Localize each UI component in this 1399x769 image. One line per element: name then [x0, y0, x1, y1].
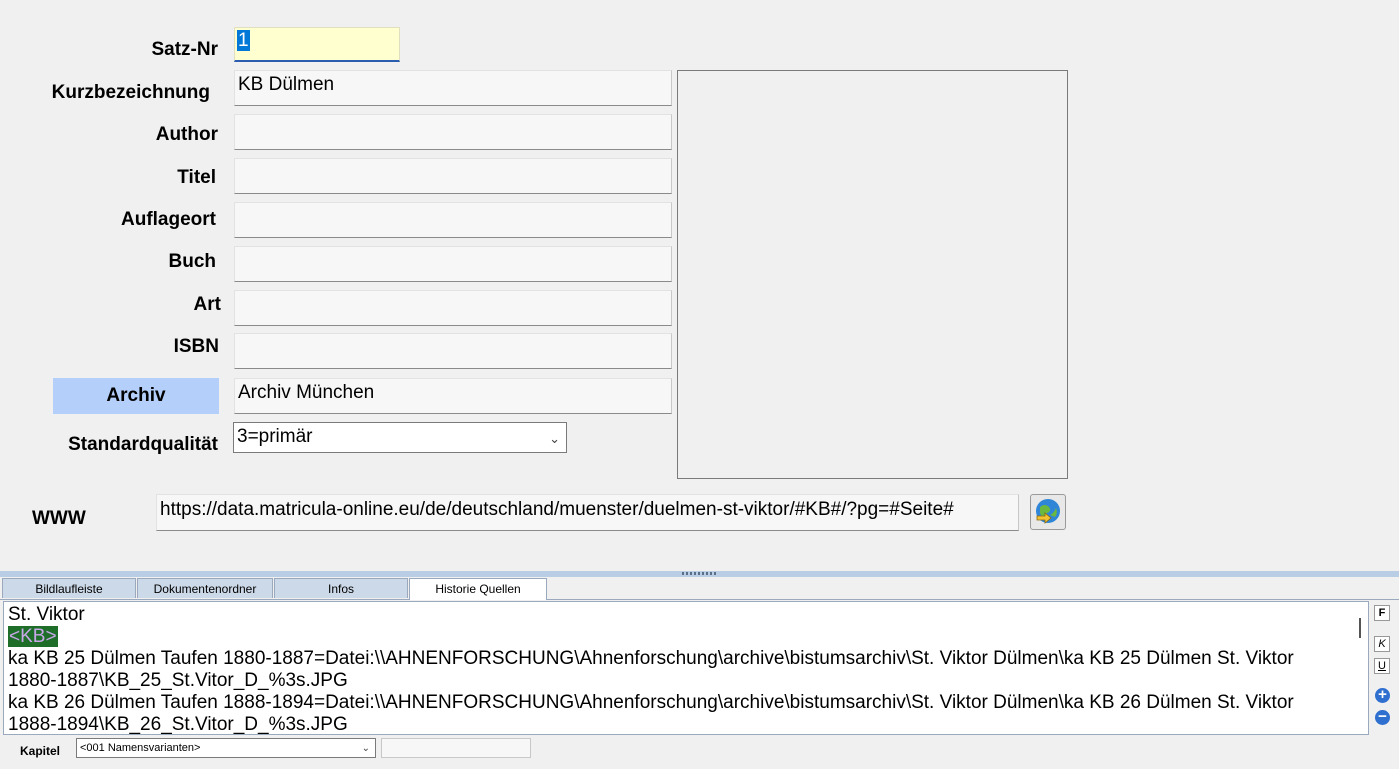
kapitel-value: <001 Namensvarianten> — [80, 742, 201, 754]
underline-button[interactable]: U — [1374, 658, 1390, 674]
kapitel-select[interactable]: <001 Namensvarianten> ⌄ — [76, 738, 376, 758]
standardqualitaet-select[interactable]: 3=primär ⌄ — [233, 422, 567, 453]
www-label: WWW — [32, 508, 86, 529]
buch-input[interactable] — [234, 246, 672, 282]
buch-label: Buch — [168, 251, 217, 272]
scrollbar-thumb[interactable] — [1359, 618, 1361, 638]
zoom-in-icon[interactable]: + — [1375, 687, 1390, 703]
kurzbezeichnung-label: Kurzbezeichnung — [51, 82, 210, 103]
art-input[interactable] — [234, 290, 672, 326]
chevron-down-icon: ⌄ — [361, 743, 370, 754]
titel-label: Titel — [177, 167, 216, 188]
isbn-label: ISBN — [173, 336, 219, 357]
kb-tag: <KB> — [8, 626, 58, 647]
titel-input[interactable] — [234, 158, 672, 194]
tab-infos[interactable]: Infos — [274, 578, 408, 598]
isbn-input[interactable] — [234, 333, 672, 369]
zoom-out-icon[interactable]: − — [1375, 709, 1390, 725]
open-url-button[interactable] — [1030, 494, 1066, 530]
history-text-editor[interactable]: St. Viktor <KB> ka KB 25 Dülmen Taufen 1… — [3, 601, 1369, 735]
kurzbezeichnung-input[interactable]: KB Dülmen — [234, 70, 672, 106]
auflageort-label: Auflageort — [121, 209, 216, 230]
tab-bildlaufleiste[interactable]: Bildlaufleiste — [2, 578, 136, 598]
satznr-input[interactable]: 1 — [234, 27, 400, 62]
chevron-down-icon: ⌄ — [549, 431, 560, 446]
tab-dokumentenordner[interactable]: Dokumentenordner — [137, 578, 273, 598]
splitter-grip[interactable] — [682, 572, 716, 575]
bold-button[interactable]: F — [1374, 605, 1390, 621]
author-input[interactable] — [234, 114, 672, 150]
history-line: St. Viktor — [8, 604, 85, 625]
history-line: ka KB 26 Dülmen Taufen 1888-1894=Datei:\… — [8, 692, 1294, 713]
archiv-button[interactable]: Archiv — [53, 378, 219, 414]
history-line: ka KB 25 Dülmen Taufen 1880-1887=Datei:\… — [8, 648, 1294, 669]
satznr-value: 1 — [237, 30, 250, 51]
standardqualitaet-label: Standardqualität — [68, 434, 218, 455]
archiv-input[interactable]: Archiv München — [234, 378, 672, 414]
tab-bar: Bildlaufleiste Dokumentenordner Infos Hi… — [0, 577, 1399, 600]
www-input[interactable]: https://data.matricula-online.eu/de/deut… — [156, 494, 1019, 531]
standardqualitaet-value: 3=primär — [237, 426, 313, 447]
history-line: 1888-1894\KB_26_St.Vitor_D_%3s.JPG — [8, 714, 348, 735]
kapitel-label: Kapitel — [20, 744, 61, 758]
image-preview-panel — [677, 70, 1068, 479]
author-label: Author — [155, 124, 218, 145]
tab-historie-quellen[interactable]: Historie Quellen — [409, 578, 547, 600]
auflageort-input[interactable] — [234, 202, 672, 238]
art-label: Art — [193, 294, 221, 315]
history-line: 1880-1887\KB_25_St.Vitor_D_%3s.JPG — [8, 670, 348, 691]
satznr-label: Satz-Nr — [151, 39, 218, 60]
globe-arrow-icon — [1036, 499, 1060, 524]
italic-button[interactable]: K — [1374, 636, 1390, 652]
kapitel-extra-input[interactable] — [381, 738, 531, 758]
